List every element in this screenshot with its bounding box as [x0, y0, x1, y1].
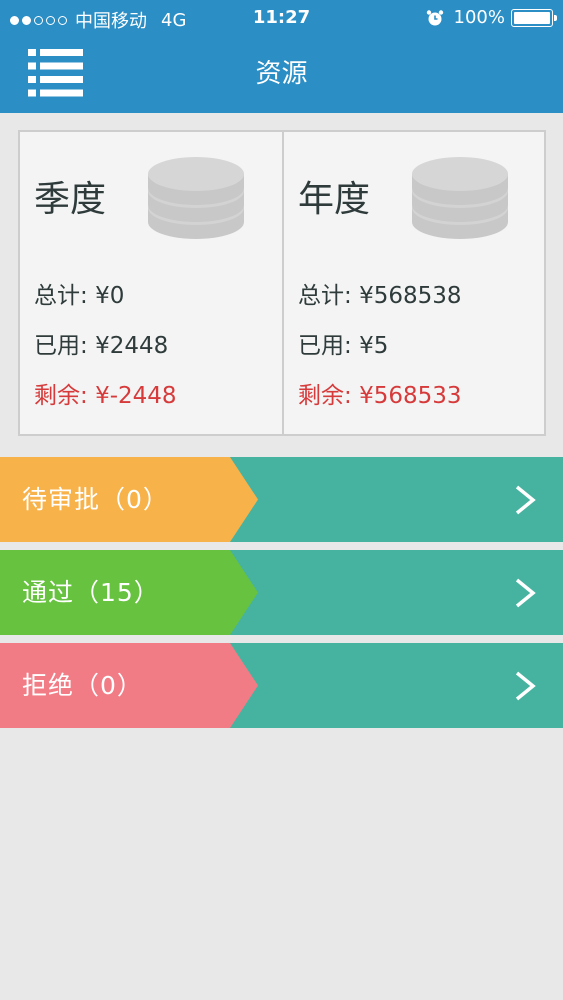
chevron-right-icon [515, 578, 536, 608]
total-label: 总计: [298, 283, 352, 309]
used-value: ¥2448 [95, 333, 169, 359]
row-label: 拒绝（0） [22, 671, 143, 700]
pending-approval-row[interactable]: 待审批（0） [0, 457, 563, 542]
remaining-row: 剩余: ¥568533 [298, 376, 462, 410]
chevron-right-icon [515, 485, 536, 515]
budget-cards: 季度 总计: ¥0 已用: ¥2448 剩余: ¥-2448 年度 总计: ¥5… [18, 130, 546, 436]
remaining-label: 剩余: [34, 383, 88, 409]
remaining-value: ¥-2448 [95, 383, 177, 409]
row-label: 待审批（0） [22, 485, 169, 514]
menu-list-icon[interactable] [28, 47, 84, 99]
total-value: ¥0 [95, 283, 125, 309]
used-label: 已用: [298, 333, 352, 359]
remaining-value: ¥568533 [359, 383, 462, 409]
used-value: ¥5 [359, 333, 389, 359]
quarterly-card: 季度 总计: ¥0 已用: ¥2448 剩余: ¥-2448 [20, 132, 282, 434]
remaining-label: 剩余: [298, 383, 352, 409]
page-title: 资源 [255, 59, 308, 89]
chevron-right-icon [515, 671, 536, 701]
coin-stack-icon [412, 157, 508, 239]
row-label: 通过（15） [22, 578, 160, 607]
status-bar: 中国移动 4G 11:27 100% [0, 0, 563, 36]
total-row: 总计: ¥568538 [298, 276, 462, 310]
annual-card: 年度 总计: ¥568538 已用: ¥5 剩余: ¥568533 [282, 132, 544, 434]
battery-icon [511, 8, 557, 27]
remaining-row: 剩余: ¥-2448 [34, 376, 177, 410]
card-title: 季度 [34, 179, 107, 220]
nav-bar: 资源 [0, 36, 563, 113]
rejected-row[interactable]: 拒绝（0） [0, 643, 563, 728]
card-title: 年度 [298, 179, 371, 220]
used-row: 已用: ¥5 [298, 326, 388, 360]
battery-percent: 100% [453, 7, 505, 28]
approved-row[interactable]: 通过（15） [0, 550, 563, 635]
total-value: ¥568538 [359, 283, 462, 309]
used-label: 已用: [34, 333, 88, 359]
status-right: 100% [426, 7, 557, 28]
total-row: 总计: ¥0 [34, 276, 124, 310]
total-label: 总计: [34, 283, 88, 309]
used-row: 已用: ¥2448 [34, 326, 168, 360]
coin-stack-icon [148, 157, 244, 239]
alarm-clock-icon [426, 9, 443, 25]
